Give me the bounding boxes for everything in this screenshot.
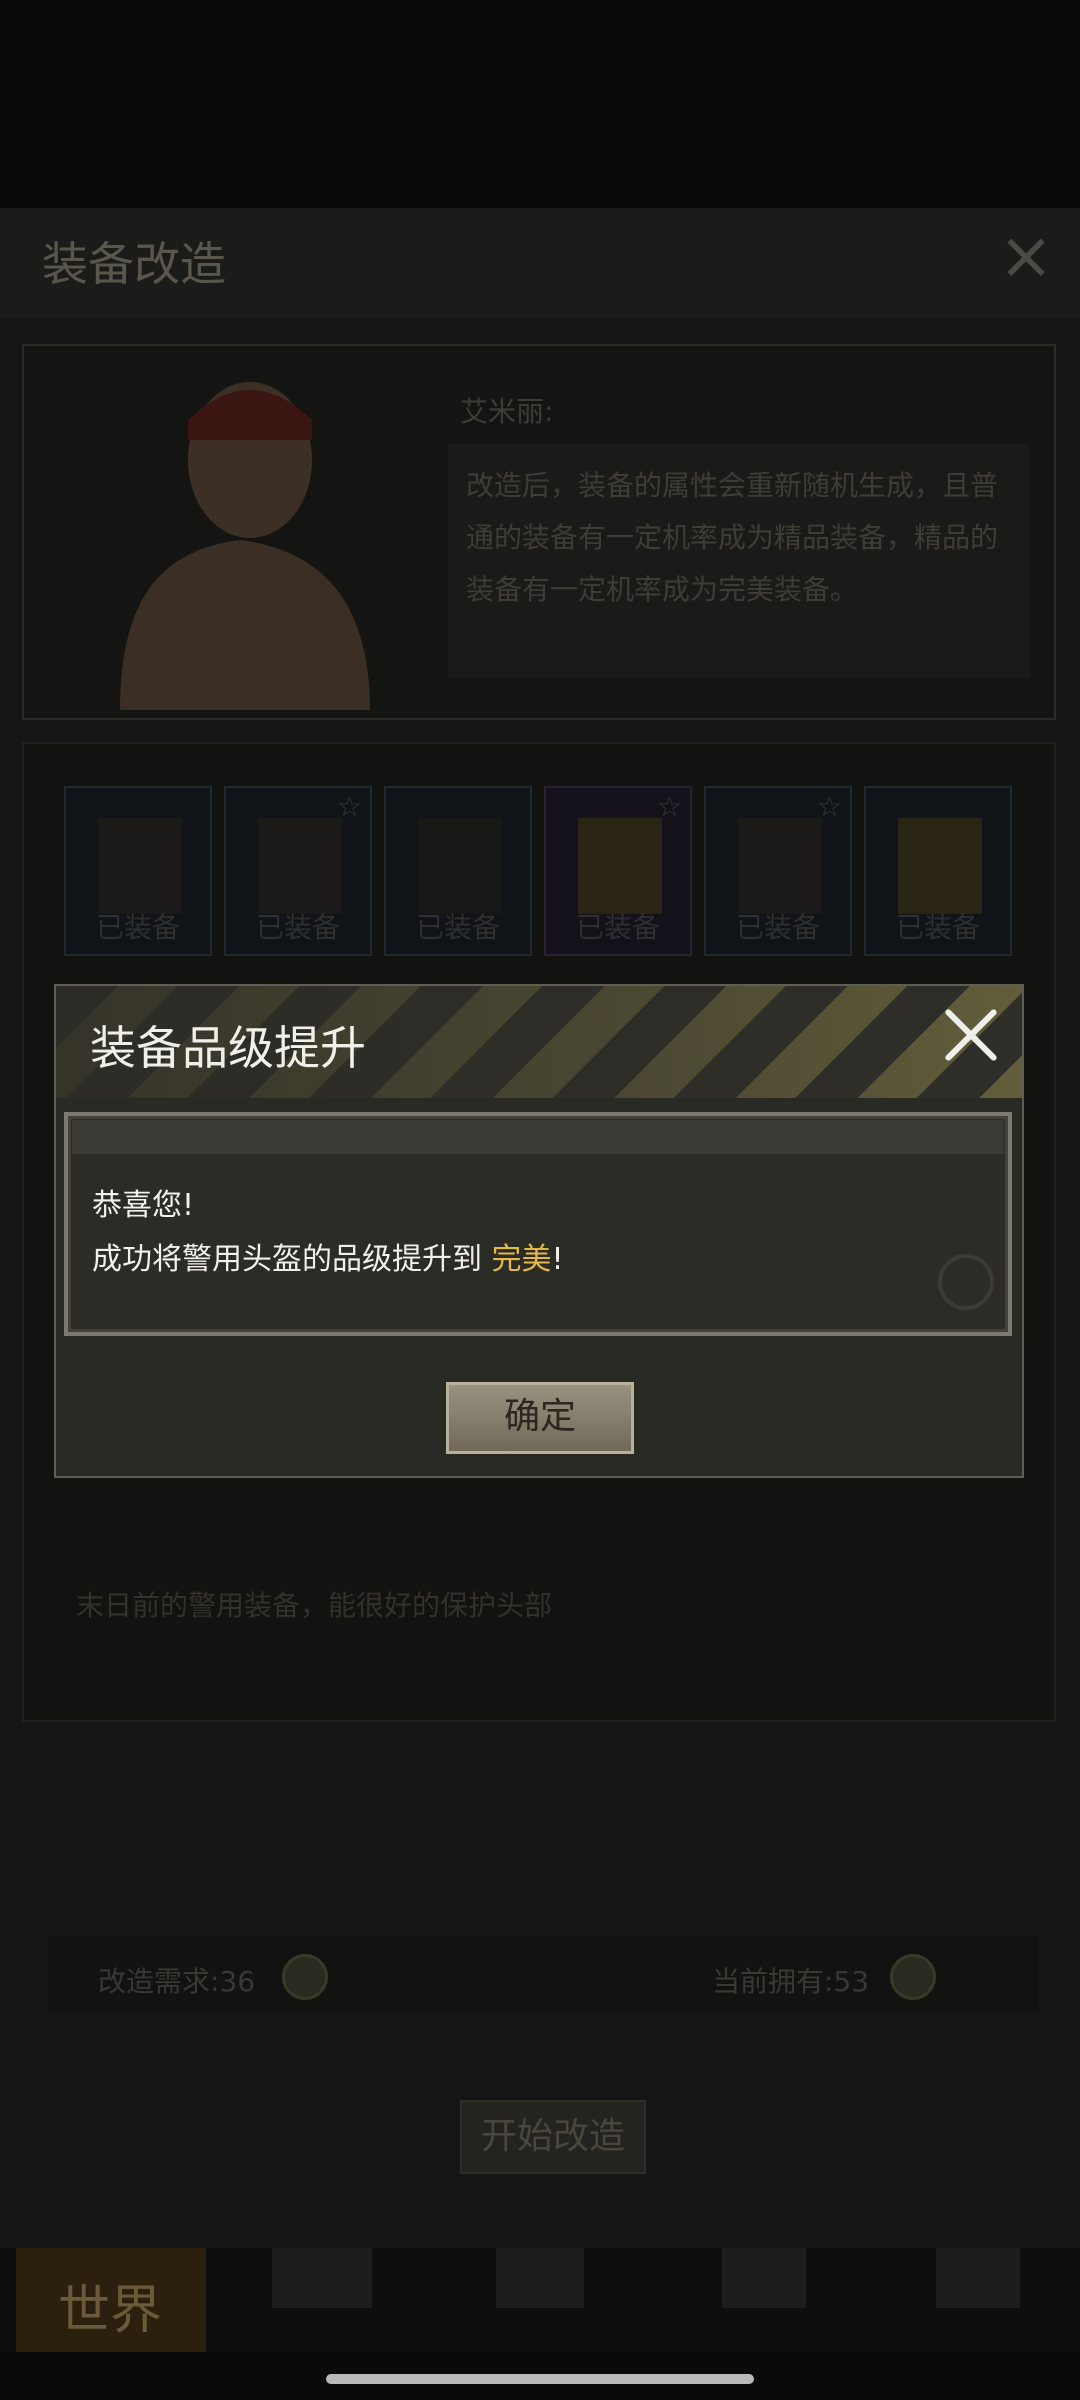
boots-icon: [578, 818, 662, 914]
equipment-slot[interactable]: 已装备: [864, 786, 1012, 956]
start-upgrade-button[interactable]: 开始改造: [460, 2100, 646, 2174]
shoes-icon: [738, 818, 822, 914]
nav-world-tab[interactable]: 世界: [16, 2248, 206, 2352]
vest-icon: [98, 818, 182, 914]
gloves-icon: [258, 818, 342, 914]
item-description: 末日前的警用装备，能很好的保护头部: [76, 1589, 553, 1622]
equipment-slot[interactable]: 已装备: [64, 786, 212, 956]
dialog-title: 装备品级提升: [90, 1021, 366, 1075]
coin-icon: [282, 1954, 328, 2000]
map-icon[interactable]: [496, 2248, 584, 2308]
npc-name: 艾米丽:: [460, 395, 554, 428]
equipped-label: 已装备: [95, 911, 180, 944]
dialog-close-icon[interactable]: [942, 1006, 1000, 1064]
equipped-label: 已装备: [255, 911, 340, 944]
result-text: 成功将警用头盔的品级提升到 完美!: [92, 1234, 564, 1278]
home-indicator[interactable]: [326, 2374, 754, 2384]
vehicle-icon[interactable]: [936, 2248, 1020, 2308]
goggles-icon: [418, 818, 502, 914]
result-text-prefix: 成功将警用头盔的品级提升到: [92, 1242, 492, 1277]
equipped-label: 已装备: [575, 911, 660, 944]
coin-icon: [890, 1954, 936, 2000]
panel-close-icon[interactable]: ×: [996, 223, 1056, 289]
message-box-top-bar: [72, 1120, 1004, 1154]
equipped-label: 已装备: [735, 911, 820, 944]
panel-title: 装备改造: [42, 237, 226, 291]
result-text-suffix: !: [551, 1242, 564, 1277]
equipped-label: 已装备: [415, 911, 500, 944]
nav-world-label: 世界: [58, 2281, 163, 2341]
equipment-slot[interactable]: 已装备: [384, 786, 532, 956]
owned-label: 当前拥有:53: [712, 1965, 870, 1998]
requirement-label: 改造需求:36: [98, 1965, 256, 1998]
equipment-slot[interactable]: ☆ 已装备: [544, 786, 692, 956]
npc-speech: 改造后，装备的属性会重新随机生成，且普通的装备有一定机率成为精品装备，精品的装备…: [448, 444, 1030, 678]
workbench-icon[interactable]: [722, 2248, 806, 2308]
equipped-label: 已装备: [895, 911, 980, 944]
radiation-icon: [938, 1254, 994, 1310]
equipment-slot[interactable]: ☆ 已装备: [704, 786, 852, 956]
backpack-icon[interactable]: [272, 2248, 372, 2308]
npc-portrait: [120, 382, 370, 710]
confirm-button[interactable]: 确定: [446, 1382, 634, 1454]
quality-highlight: 完美: [491, 1242, 552, 1277]
pants-icon: [898, 818, 982, 914]
congrats-text: 恭喜您!: [92, 1188, 195, 1223]
equipment-slot[interactable]: ☆ 已装备: [224, 786, 372, 956]
